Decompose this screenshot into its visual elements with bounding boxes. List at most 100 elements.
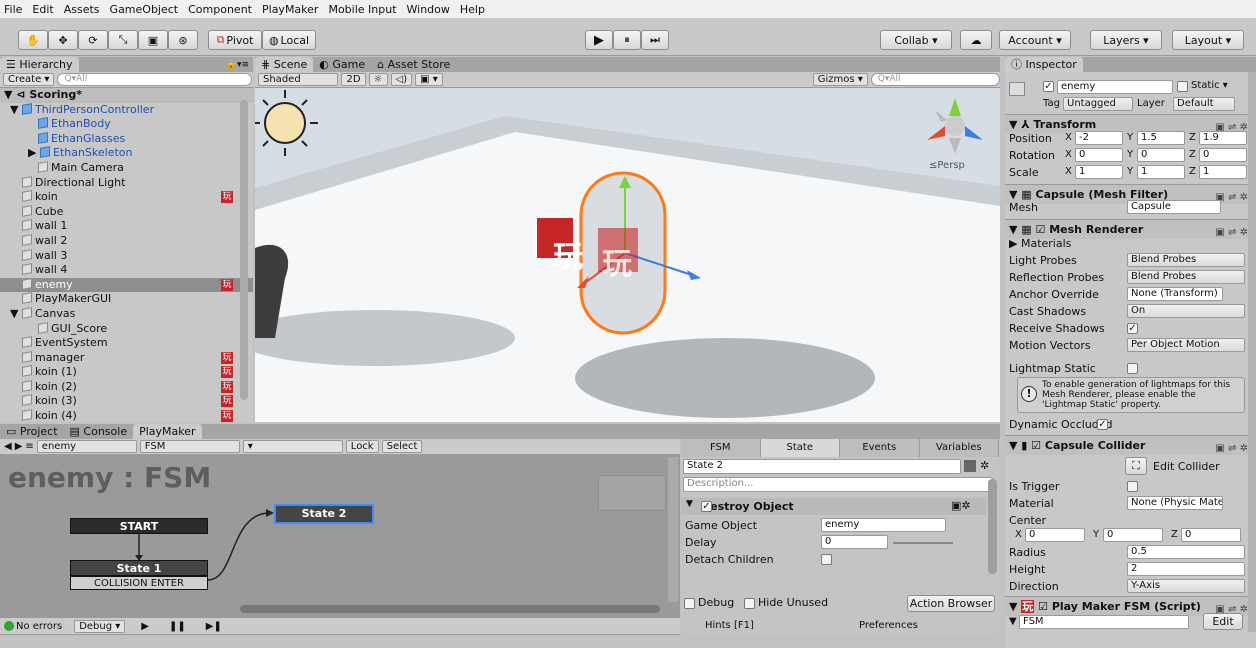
hierarchy-item[interactable]: Main Camera xyxy=(0,161,253,176)
capsule-collider-header[interactable]: ▼ ▮ ☑ Capsule Collider ▣ ⇌ ✲ xyxy=(1005,435,1256,455)
dynamic-occluded-checkbox[interactable]: ✓ xyxy=(1097,419,1108,430)
preferences-button[interactable]: Preferences xyxy=(859,620,918,631)
static-checkbox[interactable] xyxy=(1177,81,1188,92)
step-button[interactable]: ⏭ xyxy=(641,30,669,50)
layer-dropdown[interactable]: Default xyxy=(1173,97,1235,111)
static-dropdown[interactable]: Static ▾ xyxy=(1191,80,1228,91)
scale-z-field[interactable]: 1 xyxy=(1199,165,1247,179)
rotation-z-field[interactable]: 0 xyxy=(1199,148,1247,162)
hierarchy-scrollbar[interactable] xyxy=(240,100,248,400)
persp-label[interactable]: ≤Persp xyxy=(929,160,965,171)
hierarchy-item[interactable]: manager 玩 xyxy=(0,351,253,366)
component-settings-icon[interactable]: ▣ ⇌ ✲ xyxy=(1215,439,1248,458)
reflection-probes-dropdown[interactable]: Blend Probes xyxy=(1127,270,1245,284)
pivot-button[interactable]: ⧉ Pivot xyxy=(208,30,262,50)
hierarchy-search[interactable]: Q▾All xyxy=(57,73,253,86)
destroy-object-action-header[interactable]: Destroy Object xyxy=(681,498,986,515)
hierarchy-item[interactable]: ▶ EthanSkeleton xyxy=(0,146,253,161)
rotation-y-field[interactable]: 0 xyxy=(1137,148,1185,162)
gear-icon[interactable]: ✲ xyxy=(980,459,989,472)
hierarchy-item[interactable]: koin (4) 玩 xyxy=(0,409,253,422)
hierarchy-item[interactable]: koin (3) 玩 xyxy=(0,394,253,409)
menu-component[interactable]: Component xyxy=(188,3,252,16)
detach-checkbox[interactable] xyxy=(821,554,832,565)
audio-toggle[interactable]: ◁) xyxy=(390,73,413,86)
anchor-field[interactable]: None (Transform) xyxy=(1127,287,1223,301)
materials-row[interactable]: ▶ Materials xyxy=(1005,235,1256,252)
menu-icon[interactable]: ≡ xyxy=(25,441,33,452)
hierarchy-item[interactable]: wall 3 xyxy=(0,249,253,264)
scale-y-field[interactable]: 1 xyxy=(1137,165,1185,179)
panel-menu-icon[interactable]: 🔒▾≡ xyxy=(226,60,249,70)
layout-dropdown[interactable]: Layout ▾ xyxy=(1172,30,1244,50)
position-x-field[interactable]: -2 xyxy=(1075,131,1123,145)
tab-game[interactable]: ◐ Game xyxy=(313,57,371,72)
select-button[interactable]: Select xyxy=(381,440,423,453)
scene-row[interactable]: ▼ ⊲ Scoring* xyxy=(0,88,253,103)
state-color-swatch[interactable] xyxy=(964,460,976,472)
direction-dropdown[interactable]: Y-Axis xyxy=(1127,579,1245,593)
material-field[interactable]: None (Physic Material) xyxy=(1127,496,1223,510)
menu-mobile-input[interactable]: Mobile Input xyxy=(328,3,396,16)
layers-dropdown[interactable]: Layers ▾ xyxy=(1090,30,1162,50)
action-settings-icon[interactable]: ▣✲ xyxy=(951,499,971,512)
hierarchy-item[interactable]: GUI_Score xyxy=(0,322,253,337)
active-checkbox[interactable]: ✓ xyxy=(1043,81,1054,92)
receive-shadows-checkbox[interactable]: ✓ xyxy=(1127,323,1138,334)
rect-tool-icon[interactable]: ▣ xyxy=(138,30,168,50)
effects-dropdown[interactable]: ▣ ▾ xyxy=(415,73,443,86)
menu-help[interactable]: Help xyxy=(460,3,485,16)
collapse-arrow-icon[interactable]: ▶ xyxy=(28,146,40,159)
motion-vectors-dropdown[interactable]: Per Object Motion xyxy=(1127,338,1245,352)
fsm-collapse-arrow[interactable]: ▼ xyxy=(1009,616,1017,627)
fsm-tab-variables[interactable]: Variables xyxy=(919,439,999,457)
action-enabled-checkbox[interactable]: ✓ xyxy=(701,501,712,512)
collision-enter-transition[interactable]: COLLISION ENTER xyxy=(70,576,208,590)
tag-dropdown[interactable]: Untagged xyxy=(1063,97,1133,111)
fsm-tab-events[interactable]: Events xyxy=(840,439,920,457)
hierarchy-item[interactable]: Cube xyxy=(0,205,253,220)
tab-playmaker[interactable]: PlayMaker xyxy=(133,424,202,439)
move-tool-icon[interactable]: ✥ xyxy=(48,30,78,50)
description-field[interactable]: Description... xyxy=(683,477,993,492)
state-name-field[interactable]: State 2 xyxy=(683,459,961,474)
create-button[interactable]: Create ▾ xyxy=(3,73,55,86)
forward-icon[interactable]: ▶ xyxy=(15,441,23,452)
tab-asset-store[interactable]: ⌂ Asset Store xyxy=(371,57,456,72)
position-y-field[interactable]: 1.5 xyxy=(1137,131,1185,145)
menu-edit[interactable]: Edit xyxy=(32,3,53,16)
tab-hierarchy[interactable]: ☰ Hierarchy xyxy=(0,57,79,72)
hierarchy-item[interactable]: koin 玩 xyxy=(0,190,253,205)
position-z-field[interactable]: 1.9 xyxy=(1199,131,1247,145)
fsm-graph-canvas[interactable]: enemy : FSM START State 1 COLLISION ENTE… xyxy=(0,455,680,618)
fsm-name-field[interactable]: FSM xyxy=(1019,615,1189,629)
menu-file[interactable]: File xyxy=(4,3,22,16)
expand-arrow-icon[interactable]: ▼ xyxy=(10,103,22,116)
state2-node[interactable]: State 2 xyxy=(274,504,374,524)
hierarchy-item[interactable]: wall 4 xyxy=(0,263,253,278)
step-icon[interactable]: ▶❚ xyxy=(206,621,222,632)
fsm-horizontal-scrollbar[interactable] xyxy=(240,605,660,613)
hierarchy-item[interactable]: PlayMakerGUI xyxy=(0,292,253,307)
edit-fsm-button[interactable]: Edit xyxy=(1203,613,1243,630)
hierarchy-item[interactable]: EventSystem xyxy=(0,336,253,351)
object-name-field[interactable]: enemy xyxy=(1057,80,1173,94)
center-z-field[interactable]: 0 xyxy=(1181,528,1241,542)
lock-button[interactable]: Lock xyxy=(345,440,379,453)
hierarchy-item[interactable]: koin (2) 玩 xyxy=(0,380,253,395)
hierarchy-item[interactable]: ▼ ThirdPersonController xyxy=(0,103,253,118)
hierarchy-item[interactable]: wall 2 xyxy=(0,234,253,249)
menu-window[interactable]: Window xyxy=(407,3,450,16)
account-dropdown[interactable]: Account ▾ xyxy=(999,30,1071,50)
tab-project[interactable]: ▭ Project xyxy=(0,424,64,439)
fsm-panel-scrollbar[interactable] xyxy=(988,479,997,574)
rotation-x-field[interactable]: 0 xyxy=(1075,148,1123,162)
gizmos-dropdown[interactable]: Gizmos ▾ xyxy=(812,73,868,86)
is-trigger-checkbox[interactable] xyxy=(1127,481,1138,492)
delay-field[interactable]: 0 xyxy=(821,535,888,549)
debug-dropdown[interactable]: Debug ▾ xyxy=(74,619,126,633)
hints-button[interactable]: Hints [F1] xyxy=(705,620,754,631)
scale-tool-icon[interactable]: ⤡ xyxy=(108,30,138,50)
fsm-tab-state[interactable]: State xyxy=(760,439,840,457)
collab-button[interactable]: Collab ▾ xyxy=(880,30,952,50)
